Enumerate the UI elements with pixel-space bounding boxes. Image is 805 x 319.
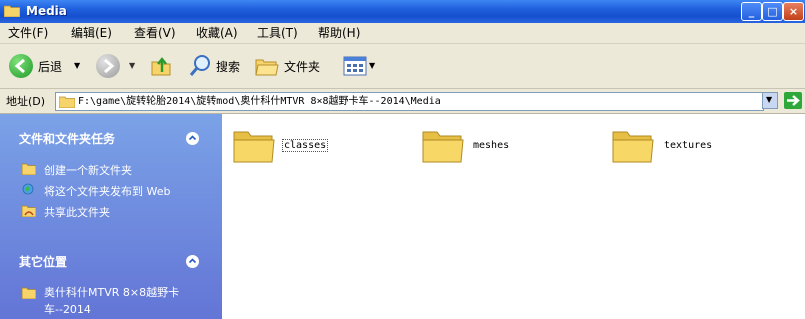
other-places-header[interactable]: 其它位置 xyxy=(19,253,67,270)
folders-button-label[interactable]: 文件夹 xyxy=(284,59,320,75)
task-publish-web[interactable]: 将这个文件夹发布到 Web xyxy=(44,183,170,199)
folder-name[interactable]: textures xyxy=(664,140,712,151)
collapse-chevron-icon[interactable] xyxy=(186,255,199,268)
address-bar: 地址(D) F:\game\旋转轮胎2014\旋转mod\奥什科什MTVR 8×… xyxy=(0,89,805,114)
folder-icon xyxy=(422,131,464,163)
folder-icon xyxy=(612,131,654,163)
folder-icon xyxy=(22,287,36,299)
chevron-down-icon[interactable]: ▼ xyxy=(369,61,375,70)
folder-item[interactable]: textures xyxy=(611,126,712,167)
maximize-button[interactable]: □ xyxy=(762,2,783,21)
address-field[interactable]: F:\game\旋转轮胎2014\旋转mod\奥什科什MTVR 8×8越野卡车-… xyxy=(55,92,764,111)
menu-file[interactable]: 文件(F) xyxy=(8,25,48,41)
toolbar: 后退 ▼ ▼ 搜索 文件夹 ▼ xyxy=(0,44,805,89)
forward-arrow-icon[interactable] xyxy=(96,54,120,78)
menu-view[interactable]: 查看(V) xyxy=(134,25,176,41)
other-place-parent-folder[interactable]: 奥什科什MTVR 8×8越野卡 车--2014 xyxy=(44,284,179,317)
other-place-label-line2[interactable]: 车--2014 xyxy=(44,301,179,317)
back-arrow-icon[interactable] xyxy=(9,54,33,78)
file-list: classes meshes textures xyxy=(222,114,805,319)
folder-name[interactable]: classes xyxy=(282,139,329,152)
menu-tools[interactable]: 工具(T) xyxy=(257,25,298,41)
task-new-folder[interactable]: 创建一个新文件夹 xyxy=(44,162,132,178)
chevron-down-icon[interactable]: ▼ xyxy=(74,61,80,70)
go-button[interactable] xyxy=(784,92,802,109)
new-folder-icon xyxy=(22,163,36,175)
window-title: Media xyxy=(26,4,67,18)
menu-edit[interactable]: 编辑(E) xyxy=(71,25,112,41)
other-place-label-line1[interactable]: 奥什科什MTVR 8×8越野卡 xyxy=(44,284,179,300)
up-folder-icon[interactable] xyxy=(150,54,174,78)
folder-icon xyxy=(233,131,275,163)
search-button-label[interactable]: 搜索 xyxy=(216,59,240,75)
folder-icon xyxy=(59,96,75,108)
menu-bar: 文件(F) 编辑(E) 查看(V) 收藏(A) 工具(T) 帮助(H) xyxy=(0,23,805,44)
share-folder-icon xyxy=(22,205,36,217)
menu-help[interactable]: 帮助(H) xyxy=(318,25,360,41)
folder-item[interactable]: meshes xyxy=(421,126,509,167)
folder-icon xyxy=(4,5,20,17)
folder-name[interactable]: meshes xyxy=(473,140,509,151)
file-tasks-header[interactable]: 文件和文件夹任务 xyxy=(19,130,115,147)
back-button-label[interactable]: 后退 xyxy=(38,59,62,75)
address-label: 地址(D) xyxy=(6,95,46,108)
chevron-down-icon[interactable]: ▼ xyxy=(129,61,135,70)
menu-favorites[interactable]: 收藏(A) xyxy=(196,25,238,41)
publish-web-icon xyxy=(22,183,34,195)
task-share-folder[interactable]: 共享此文件夹 xyxy=(44,204,110,220)
task-pane: 文件和文件夹任务 创建一个新文件夹 将这个文件夹发布到 Web 共享此文件夹 其… xyxy=(0,114,222,319)
views-icon[interactable] xyxy=(343,56,367,76)
minimize-button[interactable]: _ xyxy=(741,2,762,21)
chevron-down-icon: ▼ xyxy=(766,95,773,104)
folder-item[interactable]: classes xyxy=(232,126,329,167)
close-button[interactable]: × xyxy=(783,2,804,21)
collapse-chevron-icon[interactable] xyxy=(186,132,199,145)
title-bar[interactable]: Media _ □ × xyxy=(0,0,805,23)
folders-icon[interactable] xyxy=(255,55,279,77)
go-arrow-icon xyxy=(787,95,800,106)
address-path[interactable]: F:\game\旋转轮胎2014\旋转mod\奥什科什MTVR 8×8越野卡车-… xyxy=(78,94,441,109)
search-icon[interactable] xyxy=(188,54,212,78)
address-dropdown-button[interactable]: ▼ xyxy=(762,92,778,109)
